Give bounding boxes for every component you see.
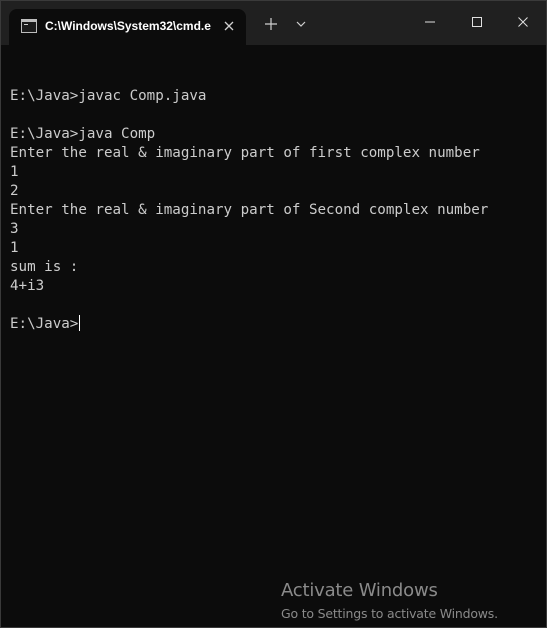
close-icon[interactable] (221, 18, 237, 34)
terminal-line: E:\Java>java Comp (10, 126, 156, 142)
new-tab-button[interactable] (262, 15, 280, 33)
terminal-line: E:\Java>javac Comp.java (10, 88, 207, 104)
terminal-output[interactable]: E:\Java>javac Comp.java E:\Java>java Com… (10, 68, 540, 334)
maximize-button[interactable] (454, 7, 500, 37)
chevron-down-icon (296, 21, 306, 27)
minimize-button[interactable] (407, 7, 453, 37)
terminal-line: 1 (10, 164, 19, 180)
plus-icon (265, 18, 277, 30)
tab-title: C:\Windows\System32\cmd.e (45, 19, 211, 33)
terminal-prompt-line[interactable]: E:\Java> (10, 315, 540, 334)
terminal-line: 1 (10, 240, 19, 256)
activation-watermark: Activate Windows Go to Settings to activ… (281, 579, 498, 622)
close-button[interactable] (500, 7, 546, 37)
tab-cmd[interactable]: C:\Windows\System32\cmd.e (9, 9, 246, 45)
terminal-icon (21, 19, 37, 33)
terminal-line: sum is : (10, 259, 79, 275)
watermark-subtitle: Go to Settings to activate Windows. (281, 606, 498, 621)
text-cursor (79, 315, 81, 331)
terminal-window: C:\Windows\System32\cmd.e E:\Java>javac … (0, 0, 547, 628)
close-icon (518, 17, 528, 27)
terminal-line: 2 (10, 183, 19, 199)
minimize-icon (425, 21, 435, 23)
title-bar[interactable]: C:\Windows\System32\cmd.e (1, 1, 546, 45)
tab-dropdown-button[interactable] (292, 15, 310, 33)
terminal-line: 4+i3 (10, 278, 45, 294)
prompt-text: E:\Java> (10, 316, 79, 332)
terminal-line: 3 (10, 221, 19, 237)
terminal-line: Enter the real & imaginary part of Secon… (10, 202, 489, 218)
watermark-title: Activate Windows (281, 580, 438, 601)
maximize-icon (472, 17, 482, 27)
terminal-line: Enter the real & imaginary part of first… (10, 145, 480, 161)
